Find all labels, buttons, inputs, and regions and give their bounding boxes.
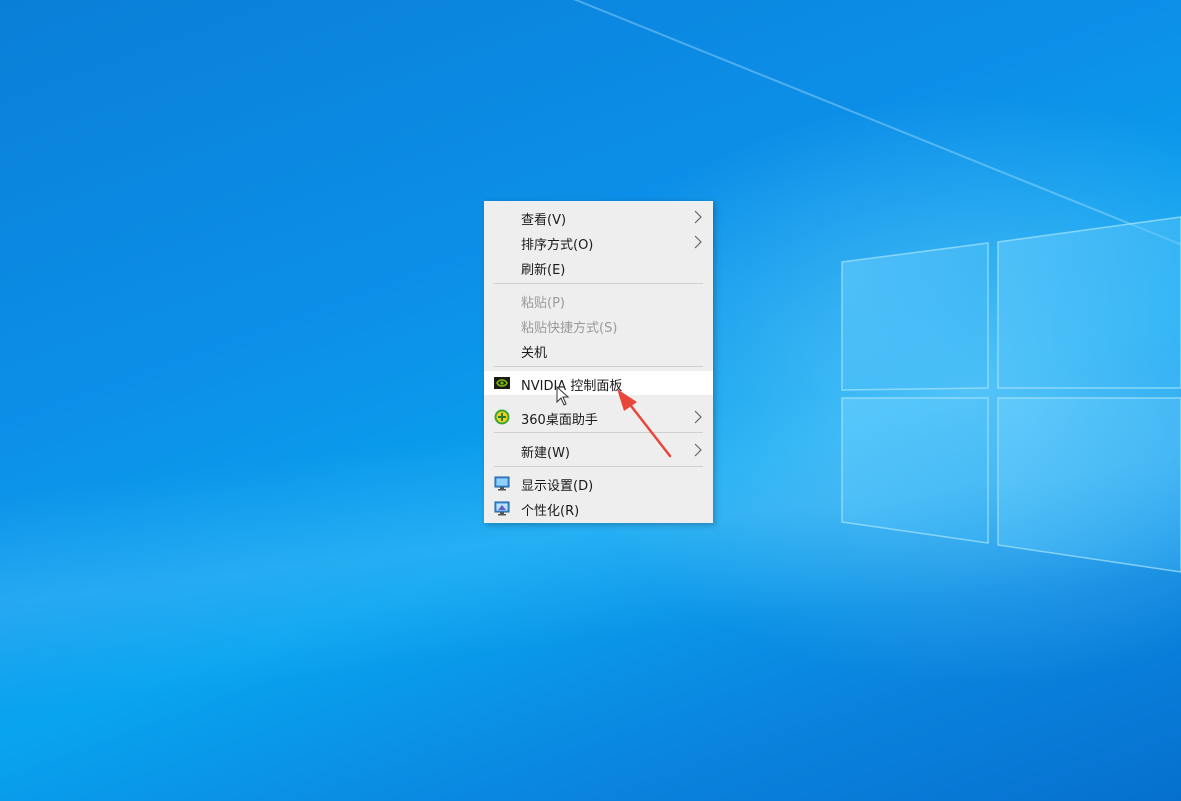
menu-item-label: NVIDIA 控制面板 bbox=[521, 379, 623, 394]
menu-item-label: 关机 bbox=[521, 346, 548, 361]
menu-item-view[interactable]: 查看(V) bbox=[484, 205, 713, 229]
menu-separator bbox=[494, 366, 703, 367]
menu-separator bbox=[494, 432, 703, 433]
menu-separator bbox=[494, 466, 703, 467]
menu-item-paste: 粘贴(P) bbox=[484, 288, 713, 312]
menu-item-label: 个性化(R) bbox=[521, 504, 580, 519]
menu-item-personalize[interactable]: 个性化(R) bbox=[484, 496, 713, 520]
menu-item-label: 查看(V) bbox=[521, 213, 567, 228]
menu-item-sort-by[interactable]: 排序方式(O) bbox=[484, 230, 713, 254]
menu-item-label: 粘贴(P) bbox=[521, 296, 565, 311]
menu-item-label: 显示设置(D) bbox=[521, 479, 594, 494]
menu-item-new[interactable]: 新建(W) bbox=[484, 438, 713, 462]
chevron-right-icon bbox=[694, 443, 702, 457]
chevron-right-icon bbox=[694, 410, 702, 424]
display-icon bbox=[494, 476, 510, 491]
mouse-cursor-icon bbox=[556, 386, 570, 406]
menu-item-label: 粘贴快捷方式(S) bbox=[521, 321, 618, 336]
360-icon bbox=[494, 409, 510, 425]
desktop-context-menu: 查看(V) 排序方式(O) 刷新(E) 粘贴(P) 粘贴快捷方式(S) 关机 N… bbox=[484, 201, 713, 523]
menu-item-shutdown[interactable]: 关机 bbox=[484, 338, 713, 362]
chevron-right-icon bbox=[694, 235, 702, 249]
menu-item-label: 新建(W) bbox=[521, 446, 570, 461]
menu-item-refresh[interactable]: 刷新(E) bbox=[484, 255, 713, 279]
menu-separator bbox=[494, 283, 703, 284]
nvidia-icon bbox=[494, 377, 510, 389]
menu-item-360-desktop-assistant[interactable]: 360桌面助手 bbox=[484, 405, 713, 429]
menu-item-paste-shortcut: 粘贴快捷方式(S) bbox=[484, 313, 713, 337]
chevron-right-icon bbox=[694, 210, 702, 224]
menu-item-label: 360桌面助手 bbox=[521, 413, 598, 428]
menu-item-display-settings[interactable]: 显示设置(D) bbox=[484, 471, 713, 495]
menu-item-label: 排序方式(O) bbox=[521, 238, 594, 253]
menu-item-nvidia-control-panel[interactable]: NVIDIA 控制面板 bbox=[484, 371, 713, 395]
personalize-icon bbox=[494, 501, 510, 516]
menu-item-label: 刷新(E) bbox=[521, 263, 566, 278]
